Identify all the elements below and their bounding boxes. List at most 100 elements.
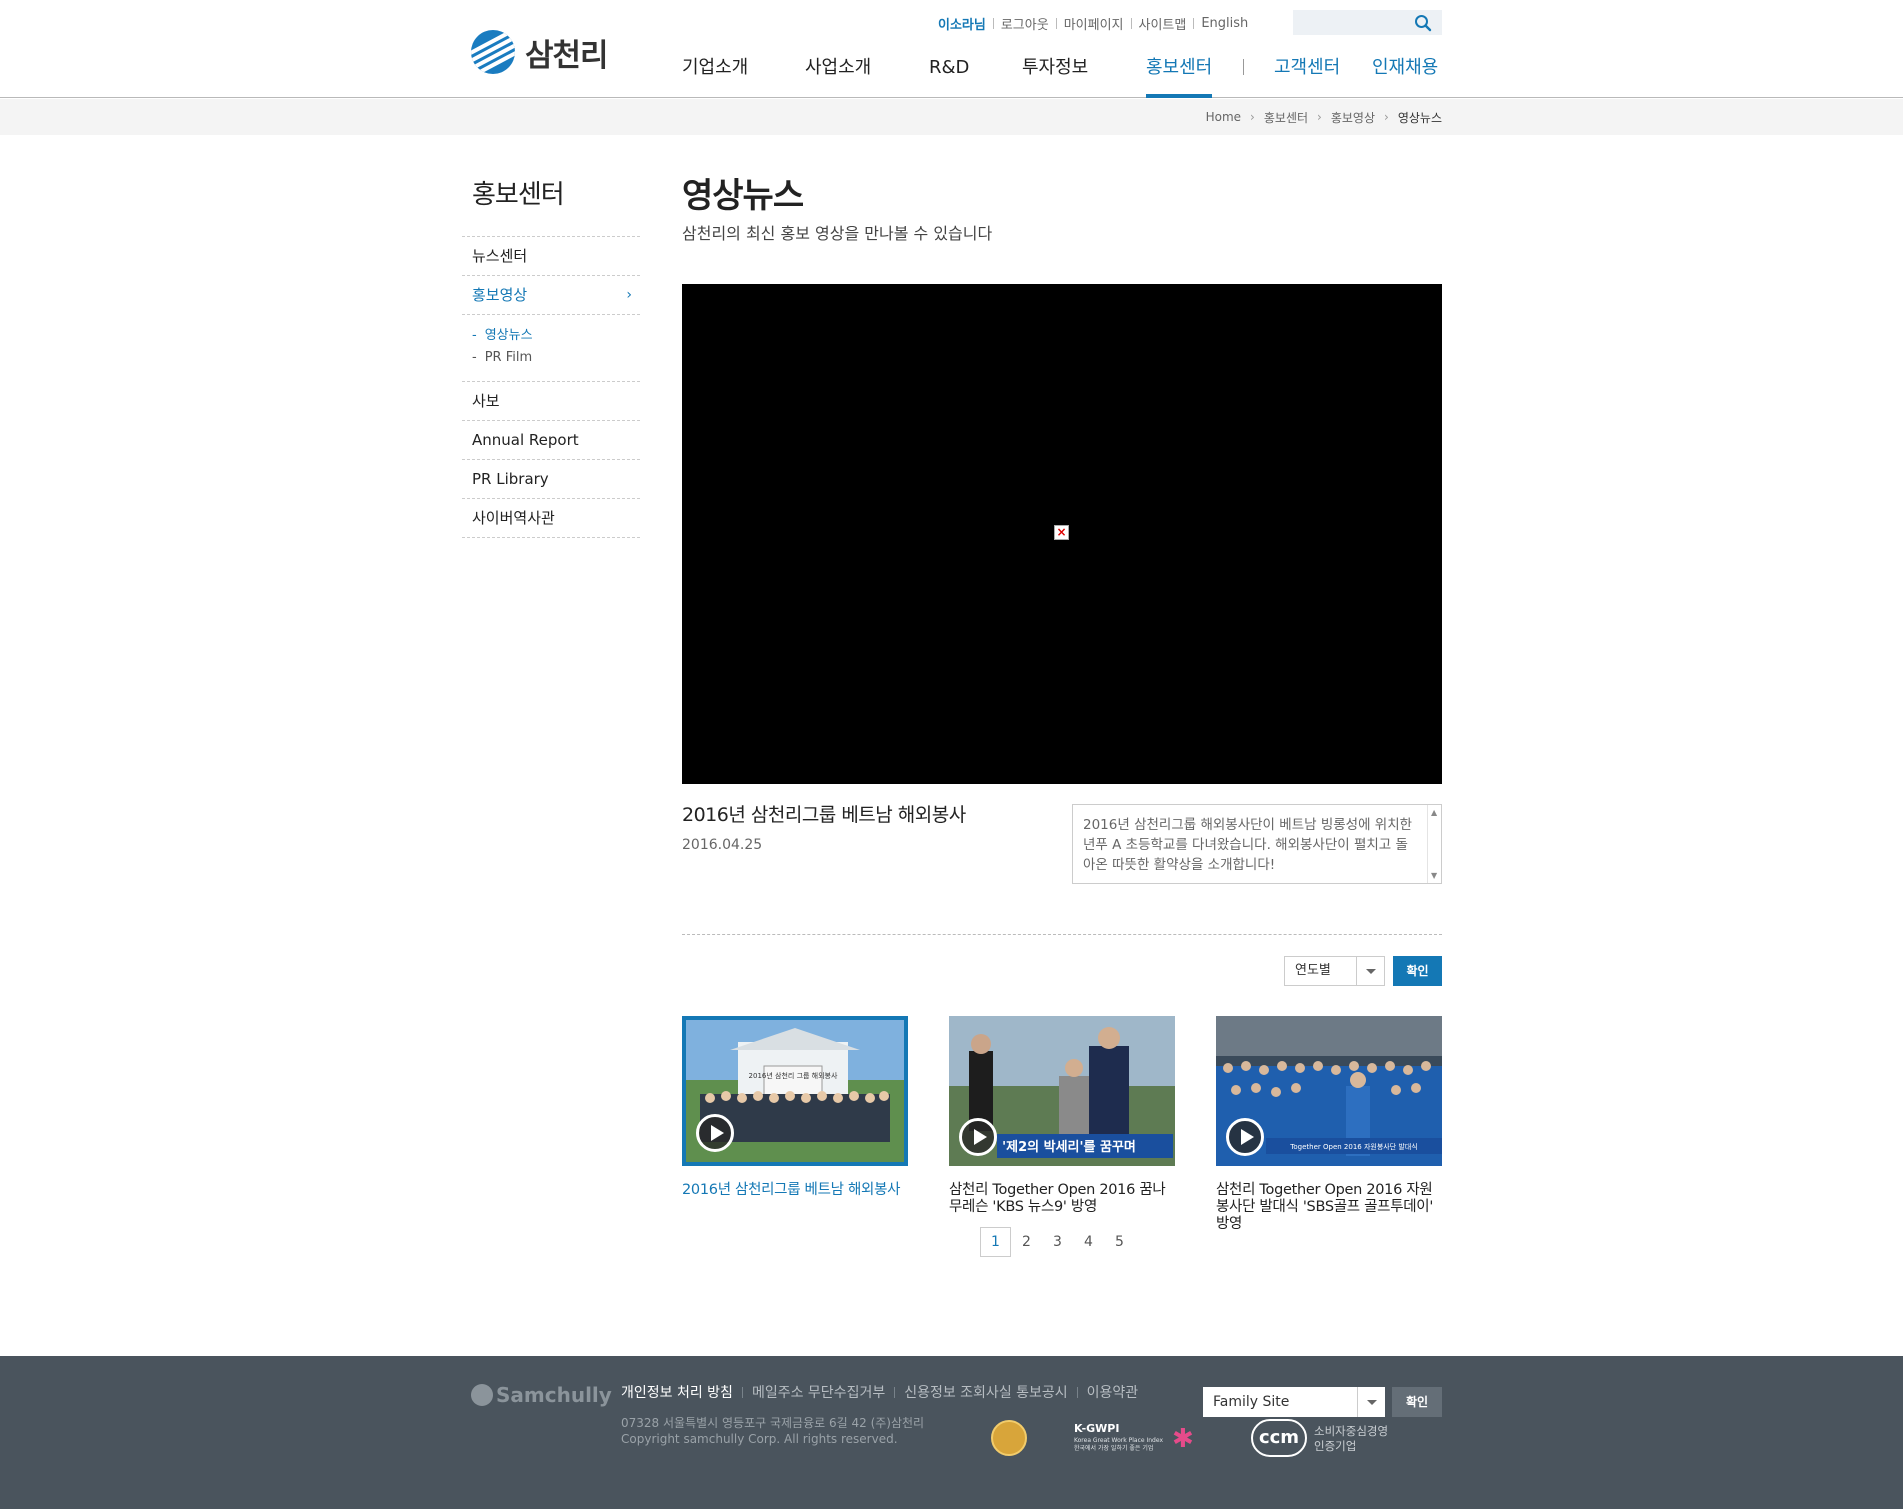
util-divider [1193, 17, 1195, 29]
side-nav-sub-pr-film[interactable]: - PR Film [472, 347, 640, 369]
side-nav-item-news-center[interactable]: 뉴스센터 [462, 236, 640, 275]
side-nav-item-pr-library[interactable]: PR Library [462, 459, 640, 498]
sitemap-link[interactable]: 사이트맵 [1139, 14, 1187, 33]
thumbnail-caption: '제2의 박세리'를 꿈꾸며 [1002, 1139, 1136, 1155]
play-icon[interactable] [696, 1114, 734, 1152]
broken-plugin-icon: × [1054, 525, 1069, 540]
side-nav-item-company-magazine[interactable]: 사보 [462, 381, 640, 420]
side-nav-item-label: 홍보영상 [472, 286, 528, 304]
logout-link[interactable]: 로그아웃 [1001, 14, 1049, 33]
side-nav-item-cyber-museum[interactable]: 사이버역사관 [462, 498, 640, 537]
side-nav-item-label: PR Library [472, 470, 549, 488]
video-thumbnail[interactable]: 2016년 삼천리 그룹 해외봉사 [682, 1016, 908, 1166]
site-footer: Samchully 개인정보 처리 방침 메일주소 무단수집거부 신용정보 조회… [0, 1356, 1903, 1509]
video-player[interactable]: × [682, 284, 1442, 784]
gnb-investor[interactable]: 투자정보 [1022, 56, 1088, 98]
chevron-right-icon: › [1384, 110, 1389, 124]
privacy-policy-link[interactable]: 개인정보 처리 방침 [621, 1382, 733, 1402]
video-title: 2016년 삼천리그룹 베트남 해외봉사 [682, 804, 966, 826]
side-nav-sub-label: 영상뉴스 [484, 328, 533, 343]
search-input[interactable] [1293, 10, 1411, 35]
scroll-down-icon[interactable]: ▼ [1431, 871, 1437, 880]
play-icon[interactable] [1226, 1118, 1264, 1156]
side-nav-item-label: 뉴스센터 [472, 247, 528, 265]
ccm-text-line: 인증기업 [1314, 1439, 1357, 1453]
video-card-title[interactable]: 삼천리 Together Open 2016 자원봉사단 발대식 'SBS골프 … [1216, 1182, 1442, 1233]
gnb-customer-center[interactable]: 고객센터 [1274, 56, 1340, 98]
utility-nav: 이소라님 로그아웃 마이페이지 사이트맵 English [938, 14, 1248, 33]
footer-link-divider [894, 1386, 896, 1398]
page-link[interactable]: 4 [1073, 1227, 1104, 1257]
video-card-title[interactable]: 삼천리 Together Open 2016 꿈나무레슨 'KBS 뉴스9' 방… [949, 1182, 1175, 1216]
breadcrumb-bar: Home › 홍보센터 › 홍보영상 › 영상뉴스 [0, 99, 1903, 135]
side-nav-item-label: 사보 [472, 392, 500, 410]
video-thumbnail[interactable]: Together Open 2016 자원봉사단 발대식 [1216, 1016, 1442, 1166]
page-description: 삼천리의 최신 홍보 영상을 만나볼 수 있습니다 [682, 224, 993, 243]
side-nav-item-label: 사이버역사관 [472, 509, 555, 527]
chevron-down-icon [1357, 1387, 1385, 1417]
mypage-link[interactable]: 마이페이지 [1064, 14, 1124, 33]
breadcrumb-pr-video[interactable]: 홍보영상 [1331, 109, 1375, 126]
page-link[interactable]: 2 [1011, 1227, 1042, 1257]
family-site-value: Family Site [1213, 1394, 1290, 1410]
footer-logo: Samchully [471, 1383, 612, 1407]
gnb-business[interactable]: 사업소개 [805, 56, 871, 98]
side-nav-item-annual-report[interactable]: Annual Report [462, 420, 640, 459]
description-scrollbar[interactable]: ▲ ▼ [1427, 805, 1441, 883]
gnb-divider [1243, 59, 1244, 75]
video-card[interactable]: 2016년 삼천리 그룹 해외봉사 2016년 삼천리그룹 베트남 해외봉사 [682, 1016, 908, 1199]
kgwpi-subtitle: Korea Great Work Place Index 한국에서 가장 일하기… [1074, 1437, 1164, 1452]
email-refusal-link[interactable]: 메일주소 무단수집거부 [752, 1382, 885, 1402]
video-date: 2016.04.25 [682, 837, 763, 853]
video-card[interactable]: Together Open 2016 자원봉사단 발대식 삼천리 Togethe… [1216, 1016, 1442, 1233]
terms-link[interactable]: 이용약관 [1087, 1382, 1139, 1402]
thumbnail-caption: Together Open 2016 자원봉사단 발대식 [1289, 1142, 1417, 1151]
chevron-down-icon [1356, 957, 1384, 985]
gnb-recruit[interactable]: 인재채용 [1372, 56, 1438, 98]
breadcrumb: Home › 홍보센터 › 홍보영상 › 영상뉴스 [1206, 99, 1442, 135]
gnb-company[interactable]: 기업소개 [682, 56, 748, 98]
site-header: 삼천리 이소라님 로그아웃 마이페이지 사이트맵 English 기업소개 사업… [0, 0, 1903, 98]
year-select[interactable]: 연도별 [1284, 956, 1385, 986]
play-icon[interactable] [959, 1118, 997, 1156]
kgwpi-badge: K-GWPI Korea Great Work Place Index 한국에서… [1074, 1422, 1204, 1458]
util-divider [1130, 17, 1132, 29]
breadcrumb-current: 영상뉴스 [1397, 110, 1442, 125]
english-link[interactable]: English [1201, 16, 1248, 31]
breadcrumb-home[interactable]: Home [1206, 110, 1241, 124]
side-nav-sub-video-news[interactable]: - 영상뉴스 [472, 325, 640, 347]
thumbnail-caption: 2016년 삼천리 그룹 해외봉사 [749, 1071, 838, 1080]
side-nav-submenu: - 영상뉴스 - PR Film [462, 314, 640, 381]
award-badge-icon [991, 1420, 1027, 1456]
side-nav-item-pr-video[interactable]: 홍보영상 › [462, 275, 640, 314]
ccm-badge: ccm 소비자중심경영 인증기업 [1251, 1419, 1391, 1459]
family-site-select[interactable]: Family Site [1203, 1387, 1385, 1417]
page-link[interactable]: 5 [1104, 1227, 1135, 1257]
scroll-up-icon[interactable]: ▲ [1431, 808, 1437, 817]
page-link[interactable]: 3 [1042, 1227, 1073, 1257]
breadcrumb-pr-center[interactable]: 홍보센터 [1264, 109, 1308, 126]
video-card[interactable]: '제2의 박세리'를 꿈꾸며 삼천리 Together Open 2016 꿈나… [949, 1016, 1175, 1216]
gnb-rnd[interactable]: R&D [929, 56, 969, 98]
chevron-right-icon: › [1250, 110, 1255, 124]
search-icon[interactable] [1413, 13, 1433, 33]
year-confirm-button[interactable]: 확인 [1393, 956, 1442, 986]
side-nav-title: 홍보센터 [472, 180, 565, 210]
user-name-link[interactable]: 이소라님 [938, 14, 986, 33]
page-title: 영상뉴스 [682, 176, 804, 216]
video-card-title[interactable]: 2016년 삼천리그룹 베트남 해외봉사 [682, 1182, 908, 1199]
content-divider [682, 934, 1442, 935]
page-link-current[interactable]: 1 [980, 1227, 1011, 1257]
search-box [1293, 10, 1442, 35]
ccm-mark: ccm [1251, 1419, 1307, 1457]
footer-link-divider [741, 1386, 743, 1398]
footer-logo-text: Samchully [496, 1383, 612, 1407]
family-site-confirm-button[interactable]: 확인 [1392, 1387, 1442, 1417]
video-thumbnail[interactable]: '제2의 박세리'를 꿈꾸며 [949, 1016, 1175, 1166]
year-select-value: 연도별 [1295, 963, 1331, 978]
side-nav-item-label: Annual Report [472, 431, 579, 449]
credit-info-link[interactable]: 신용정보 조회사실 통보공시 [904, 1382, 1067, 1402]
footer-copyright: Copyright samchully Corp. All rights res… [621, 1432, 898, 1446]
global-nav: 기업소개 사업소개 R&D 투자정보 홍보센터 고객센터 인재채용 [0, 56, 1903, 98]
gnb-pr-center[interactable]: 홍보센터 [1146, 56, 1213, 98]
